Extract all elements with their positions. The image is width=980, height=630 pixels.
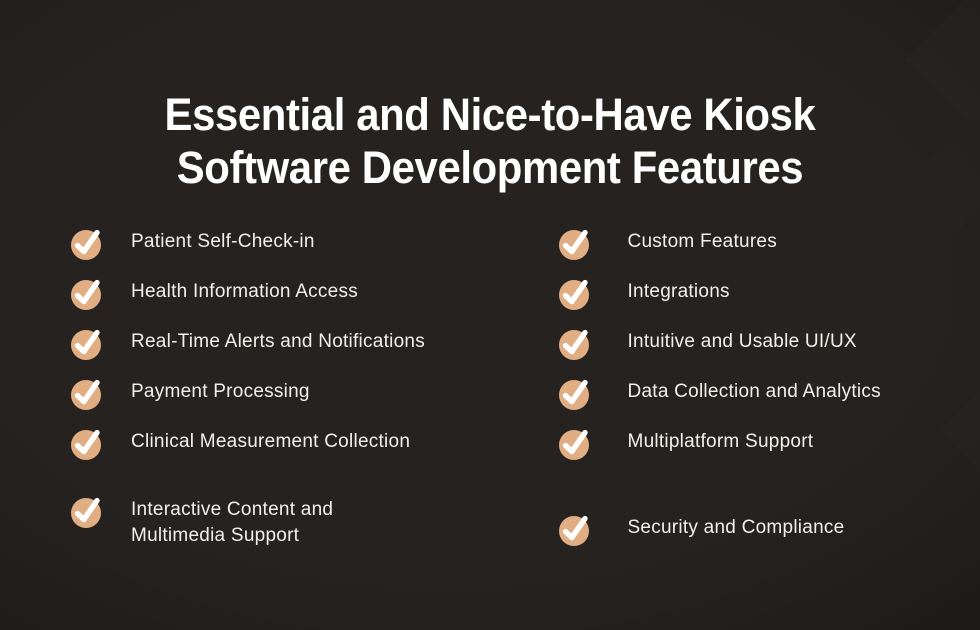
list-item: Multiplatform Support xyxy=(558,424,980,474)
list-item: Payment Processing xyxy=(70,374,493,424)
features-column-left: Patient Self-Check-in Health Information… xyxy=(0,224,493,562)
list-item: Custom Features xyxy=(558,224,980,274)
check-circle-icon xyxy=(558,327,592,361)
feature-label: Intuitive and Usable UI/UX xyxy=(627,331,857,352)
check-circle-icon xyxy=(558,377,592,411)
feature-label: Real-Time Alerts and Notifications xyxy=(131,331,425,352)
feature-label: Integrations xyxy=(627,281,730,302)
features-column-right: Custom Features Integrations Intuitive a… xyxy=(493,224,980,562)
list-item: Real-Time Alerts and Notifications xyxy=(70,324,493,374)
feature-label: Multiplatform Support xyxy=(627,431,814,452)
check-circle-icon xyxy=(558,427,592,461)
feature-label: Payment Processing xyxy=(131,381,310,402)
list-item: Integrations xyxy=(558,274,980,324)
list-item: Intuitive and Usable UI/UX xyxy=(558,324,980,374)
feature-label: Security and Compliance xyxy=(627,517,845,538)
check-circle-icon xyxy=(70,227,104,261)
check-circle-icon xyxy=(558,513,592,547)
infographic-canvas: Essential and Nice-to-Have Kiosk Softwar… xyxy=(0,0,980,630)
feature-label: Health Information Access xyxy=(131,281,358,302)
page-title: Essential and Nice-to-Have Kiosk Softwar… xyxy=(164,89,816,194)
feature-label: Data Collection and Analytics xyxy=(627,381,881,402)
list-item: Data Collection and Analytics xyxy=(558,374,980,424)
feature-label: Patient Self-Check-in xyxy=(131,231,315,252)
feature-label: Clinical Measurement Collection xyxy=(131,431,411,452)
list-item: Health Information Access xyxy=(70,274,493,324)
feature-label: Interactive Content and Multimedia Suppo… xyxy=(131,499,334,546)
list-item: Patient Self-Check-in xyxy=(70,224,493,274)
check-circle-icon xyxy=(558,277,592,311)
check-circle-icon xyxy=(70,495,104,529)
check-circle-icon xyxy=(70,427,104,461)
check-circle-icon xyxy=(70,327,104,361)
check-circle-icon xyxy=(558,227,592,261)
list-item: Security and Compliance xyxy=(558,510,980,560)
feature-label: Custom Features xyxy=(627,231,777,252)
check-circle-icon xyxy=(70,277,104,311)
check-circle-icon xyxy=(70,377,104,411)
features-columns: Patient Self-Check-in Health Information… xyxy=(0,224,980,562)
list-item: Interactive Content and Multimedia Suppo… xyxy=(70,492,493,562)
list-item: Clinical Measurement Collection xyxy=(70,424,493,474)
